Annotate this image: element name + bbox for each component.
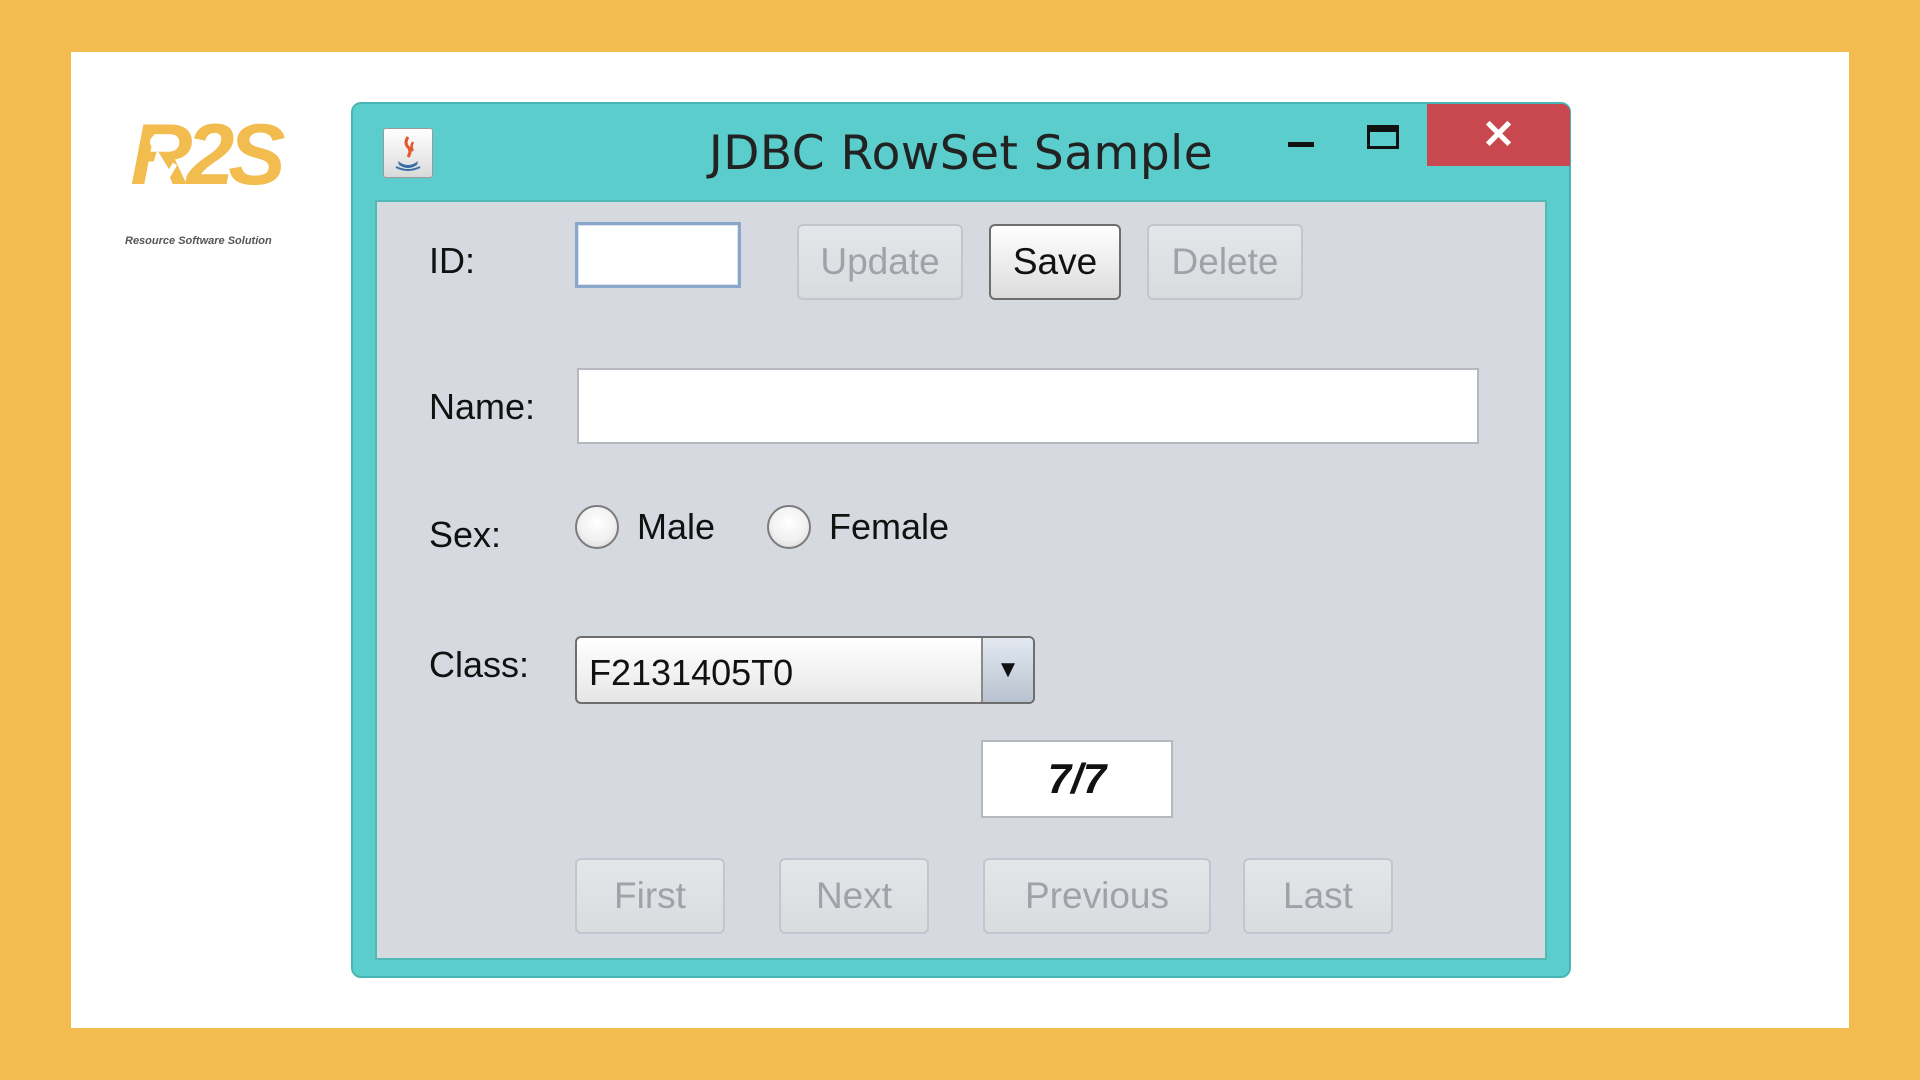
logo-tagline: Resource Software Solution [125, 235, 272, 247]
chevron-down-icon: ▼ [996, 656, 1020, 683]
class-select[interactable]: F2131405T0 ▼ [575, 636, 1035, 704]
id-input[interactable] [575, 222, 741, 288]
radio-female-label: Female [829, 506, 950, 547]
radio-circle-icon[interactable] [575, 505, 619, 549]
last-button[interactable]: Last [1243, 858, 1393, 934]
id-label: ID: [429, 240, 476, 281]
svg-text:R2S: R2S [130, 107, 285, 203]
class-select-value: F2131405T0 [589, 652, 794, 693]
name-label: Name: [429, 386, 536, 427]
title-bar[interactable]: JDBC RowSet Sample ✕ [353, 104, 1570, 200]
slide-card: R2S Resource Software Solution JDBC RowS… [71, 52, 1849, 1028]
sex-label: Sex: [429, 514, 502, 555]
r2s-logo-mark: R2S [130, 107, 285, 203]
minimize-icon [1288, 141, 1314, 147]
dropdown-arrow-button[interactable]: ▼ [981, 638, 1033, 702]
close-button[interactable]: ✕ [1427, 104, 1570, 166]
next-button[interactable]: Next [779, 858, 929, 934]
update-button[interactable]: Update [797, 224, 963, 300]
first-button[interactable]: First [575, 858, 725, 934]
radio-male-label: Male [637, 506, 716, 547]
radio-male[interactable]: Male [575, 505, 715, 549]
record-position: 7/7 [981, 740, 1173, 818]
save-button[interactable]: Save [989, 224, 1121, 300]
name-input[interactable] [577, 368, 1479, 444]
previous-button[interactable]: Previous [983, 858, 1211, 934]
form-panel: ID: Update Save Delete Name: Sex: Male F… [375, 200, 1547, 960]
delete-button[interactable]: Delete [1147, 224, 1303, 300]
app-window[interactable]: JDBC RowSet Sample ✕ ID: Update Save Del… [351, 102, 1571, 978]
radio-circle-icon[interactable] [767, 505, 811, 549]
minimize-button[interactable] [1261, 104, 1341, 166]
maximize-icon [1367, 125, 1399, 149]
maximize-button[interactable] [1343, 104, 1423, 166]
class-label: Class: [429, 644, 530, 685]
r2s-logo: R2S Resource Software Solution [125, 104, 285, 254]
radio-female[interactable]: Female [767, 505, 949, 549]
close-icon: ✕ [1481, 113, 1516, 157]
